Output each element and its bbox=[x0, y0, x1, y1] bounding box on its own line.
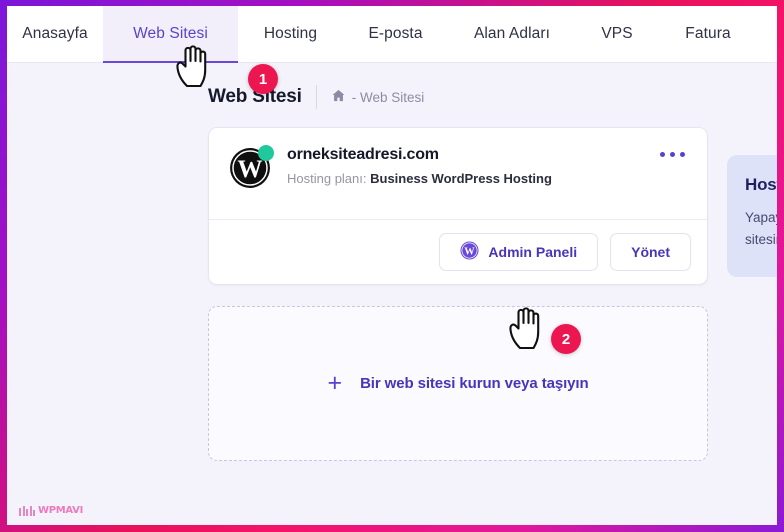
plan-value: Business WordPress Hosting bbox=[370, 171, 552, 186]
app-viewport: Anasayfa Web Sitesi Hosting E-posta Alan… bbox=[7, 6, 777, 525]
add-website-label: Bir web sitesi kurun veya taşıyın bbox=[360, 375, 589, 392]
step-badge-1: 1 bbox=[248, 64, 278, 94]
tab-alan-adlari[interactable]: Alan Adları bbox=[448, 6, 576, 62]
breadcrumb-text[interactable]: - Web Sitesi bbox=[352, 90, 425, 105]
header-divider bbox=[315, 85, 317, 109]
watermark-text: WPMAVI bbox=[38, 505, 84, 516]
tab-fatura[interactable]: Fatura bbox=[658, 6, 758, 62]
home-icon bbox=[331, 88, 346, 106]
main-content: W orneksiteadresi.com Hosting planı: Bus… bbox=[7, 109, 777, 461]
tab-vps[interactable]: VPS bbox=[576, 6, 658, 62]
svg-text:W: W bbox=[465, 246, 476, 257]
yonet-label: Yönet bbox=[631, 244, 670, 260]
tab-anasayfa[interactable]: Anasayfa bbox=[7, 6, 103, 62]
promo-body: Yapay zeka ile sitesine hayat verin. bbox=[745, 210, 777, 247]
svg-text:W: W bbox=[237, 156, 262, 183]
admin-paneli-button[interactable]: W Admin Paneli bbox=[439, 233, 599, 271]
tab-web-sitesi[interactable]: Web Sitesi bbox=[103, 6, 238, 63]
kebab-dot bbox=[660, 152, 665, 157]
add-website-box[interactable]: + Bir web sitesi kurun veya taşıyın bbox=[208, 306, 708, 461]
website-card-header: W orneksiteadresi.com Hosting planı: Bus… bbox=[209, 128, 707, 219]
tab-e-posta[interactable]: E-posta bbox=[343, 6, 448, 62]
website-domain[interactable]: orneksiteadresi.com bbox=[287, 146, 658, 164]
hosting-promo-card[interactable]: Hosting Yapay zeka ile sitesine hayat ve… bbox=[727, 155, 777, 277]
hand-pointer-cursor bbox=[172, 42, 216, 93]
window-frame: Anasayfa Web Sitesi Hosting E-posta Alan… bbox=[0, 0, 784, 532]
admin-paneli-label: Admin Paneli bbox=[488, 244, 578, 260]
kebab-menu-icon[interactable] bbox=[658, 146, 687, 163]
page-header: Web Sitesi - Web Sitesi bbox=[7, 63, 777, 109]
promo-title: Hosting bbox=[745, 175, 777, 194]
status-dot-online bbox=[258, 145, 274, 161]
step-badge-2: 2 bbox=[551, 324, 581, 354]
breadcrumb: - Web Sitesi bbox=[331, 88, 425, 106]
plan-label: Hosting planı: bbox=[287, 171, 367, 186]
watermark-bars-icon bbox=[19, 506, 35, 516]
watermark: WPMAVI bbox=[19, 505, 83, 516]
website-card: W orneksiteadresi.com Hosting planı: Bus… bbox=[208, 127, 708, 285]
website-plan: Hosting planı: Business WordPress Hostin… bbox=[287, 171, 658, 186]
wordpress-icon: W bbox=[229, 145, 274, 189]
website-card-actions: W Admin Paneli Yönet bbox=[209, 219, 707, 284]
tab-hosting[interactable]: Hosting bbox=[238, 6, 343, 62]
plus-icon: + bbox=[327, 369, 343, 397]
kebab-dot bbox=[680, 152, 685, 157]
wordpress-icon: W bbox=[460, 241, 479, 263]
website-info: orneksiteadresi.com Hosting planı: Busin… bbox=[287, 146, 658, 186]
hand-pointer-cursor bbox=[505, 304, 549, 355]
yonet-button[interactable]: Yönet bbox=[610, 233, 691, 271]
kebab-dot bbox=[670, 152, 675, 157]
main-navigation: Anasayfa Web Sitesi Hosting E-posta Alan… bbox=[7, 6, 777, 63]
